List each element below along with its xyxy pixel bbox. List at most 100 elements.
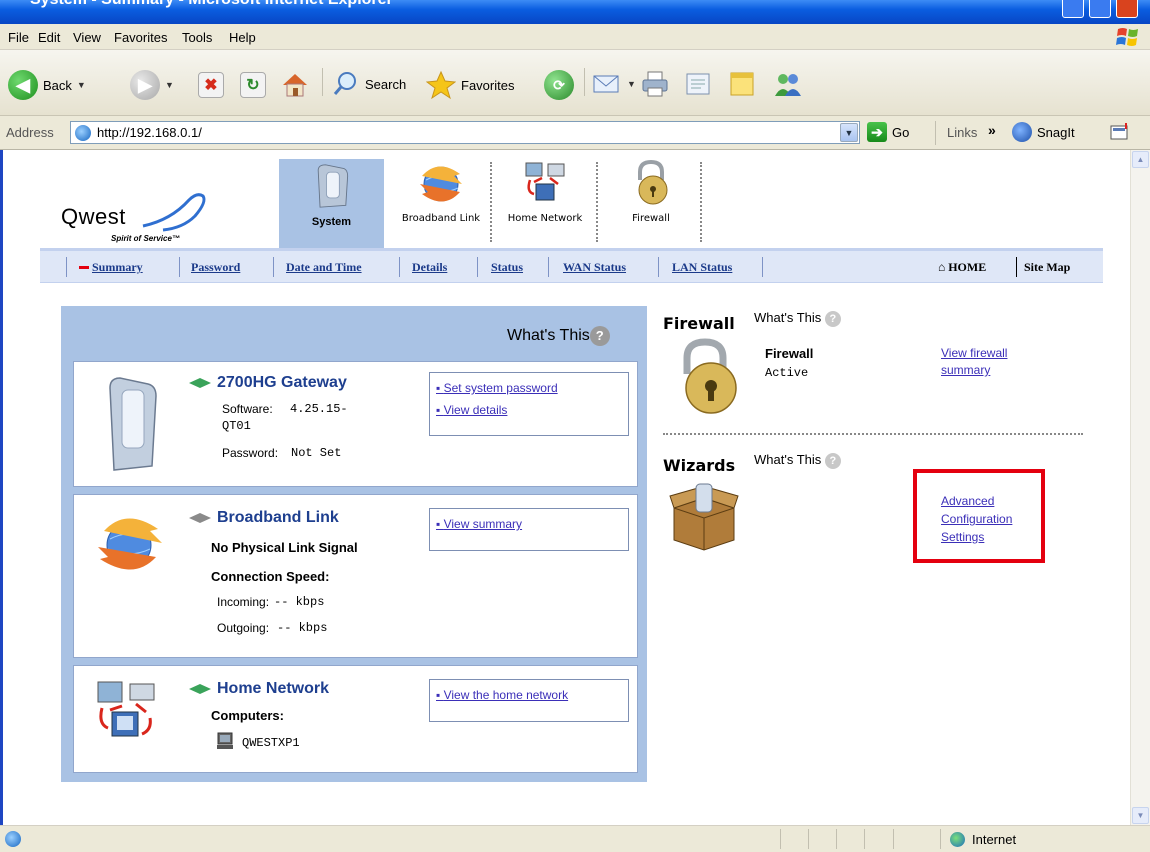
menu-edit[interactable]: Edit	[38, 30, 60, 45]
view-details-link[interactable]: ▪ View details	[436, 399, 622, 421]
help-question-icon: ?	[824, 310, 841, 327]
address-dropdown-button[interactable]: ▼	[840, 123, 858, 142]
tab-firewall[interactable]: Firewall	[613, 159, 689, 246]
home-house-icon: ⌂	[938, 260, 946, 274]
title-bar: System - Summary - Microsoft Internet Ex…	[0, 0, 1150, 24]
active-indicator	[79, 266, 89, 269]
history-icon: ⟳	[544, 70, 574, 100]
site-map-link[interactable]: Site Map	[1024, 260, 1070, 275]
mail-button[interactable]: ▼	[592, 70, 636, 98]
address-bar: Address http://192.168.0.1/ ▼ ➔ Go Links…	[0, 116, 1150, 150]
set-system-password-link[interactable]: ▪ Set system password	[436, 377, 622, 399]
software-label: Software:	[222, 402, 273, 416]
incoming-value: -- kbps	[274, 595, 325, 609]
broadband-title-text: Broadband Link	[217, 509, 339, 526]
subnav-wan-status[interactable]: WAN Status	[563, 260, 626, 275]
home-network-card: Home Network Computers: QWESTXP1 ▪ View …	[73, 665, 638, 773]
subnav-password[interactable]: Password	[191, 260, 240, 275]
snagit-button[interactable]: SnagIt	[1012, 122, 1075, 142]
view-summary-link[interactable]: ▪ View summary	[436, 513, 622, 535]
favorites-star-icon	[426, 70, 456, 100]
tab-broadband-link[interactable]: Broadband Link	[396, 160, 486, 246]
gateway-device-icon	[109, 377, 157, 471]
forward-arrow-icon: ▶	[130, 70, 160, 100]
computer-name[interactable]: QWESTXP1	[242, 736, 300, 750]
back-label: Back	[43, 77, 72, 93]
tab-system[interactable]: System	[279, 159, 384, 248]
subnav-date-and-time[interactable]: Date and Time	[286, 260, 362, 275]
page-status-icon	[5, 831, 21, 847]
discuss-button[interactable]	[728, 70, 758, 98]
history-button[interactable]: ⟳	[544, 70, 574, 100]
note-icon	[730, 72, 754, 96]
wizards-section-title: Wizards	[663, 456, 736, 475]
view-firewall-summary-link[interactable]: View firewall summary	[941, 345, 1051, 379]
forward-button[interactable]: ▶ ▼	[130, 70, 174, 100]
edit-button[interactable]	[684, 70, 714, 98]
minimize-button[interactable]	[1062, 0, 1084, 18]
refresh-button[interactable]: ↻	[240, 72, 266, 98]
subnav-status[interactable]: Status	[491, 260, 523, 275]
advanced-configuration-settings-link[interactable]: Advanced Configuration Settings	[941, 492, 1041, 546]
connection-speed-label: Connection Speed:	[211, 569, 330, 584]
scroll-down-arrow[interactable]: ▼	[1132, 807, 1149, 824]
printer-icon	[642, 71, 668, 97]
search-button[interactable]: Search	[332, 70, 406, 98]
subnav-lan-status[interactable]: LAN Status	[672, 260, 732, 275]
computers-label: Computers:	[211, 708, 284, 723]
home-icon	[283, 74, 307, 97]
computer-icon	[217, 732, 233, 749]
subnav-summary[interactable]: Summary	[92, 260, 143, 275]
menu-view[interactable]: View	[73, 30, 101, 45]
panel-whats-this[interactable]: What's This?	[507, 326, 610, 346]
green-diamond-icon	[189, 683, 211, 694]
back-button[interactable]: ◀ Back ▼	[8, 70, 86, 100]
links-label[interactable]: Links	[947, 125, 977, 140]
home-link[interactable]: ⌂ HOME	[938, 260, 986, 275]
vertical-scrollbar[interactable]: ▲ ▼	[1130, 150, 1150, 825]
gateway-title: 2700HG Gateway	[189, 374, 347, 392]
menu-file[interactable]: File	[8, 30, 29, 45]
help-question-icon: ?	[824, 452, 841, 469]
summary-panel: What's This? 2700HG Gateway Software: 4.…	[61, 306, 647, 782]
stop-button[interactable]: ✖	[198, 72, 224, 98]
globe-icon	[98, 518, 162, 570]
internet-zone-icon	[950, 832, 965, 847]
subnav-details[interactable]: Details	[412, 260, 447, 275]
maximize-button[interactable]	[1089, 0, 1111, 18]
view-home-network-label: View the home network	[443, 688, 569, 702]
menu-bar: File Edit View Favorites Tools Help	[0, 24, 1150, 50]
firewall-whats-this-label: What's This	[754, 310, 822, 325]
go-arrow-icon: ➔	[867, 122, 887, 142]
windows-logo-icon	[1116, 28, 1138, 46]
messenger-icon	[775, 74, 801, 96]
scroll-up-arrow[interactable]: ▲	[1132, 151, 1149, 168]
software-value-line1: 4.25.15-	[290, 402, 348, 416]
menu-help[interactable]: Help	[229, 30, 256, 45]
close-button[interactable]	[1116, 0, 1138, 18]
home-link-label: HOME	[948, 260, 987, 274]
padlock-icon	[683, 338, 737, 414]
go-button[interactable]: ➔ Go	[867, 122, 909, 142]
wizard-box-icon	[669, 483, 739, 551]
logo-brand: Qwest	[61, 204, 126, 229]
refresh-icon: ↻	[240, 72, 266, 98]
menu-favorites[interactable]: Favorites	[114, 30, 167, 45]
firewall-whats-this[interactable]: What's This ?	[754, 310, 841, 327]
view-home-network-link[interactable]: ▪ View the home network	[436, 684, 622, 706]
links-chevron[interactable]: »	[988, 122, 996, 138]
address-input[interactable]: http://192.168.0.1/ ▼	[70, 121, 860, 144]
mail-icon	[593, 75, 619, 93]
favorites-button[interactable]: Favorites	[426, 70, 514, 100]
print-button[interactable]	[640, 70, 670, 98]
help-question-icon: ?	[589, 326, 610, 346]
panel-whats-this-label: What's This	[507, 327, 590, 345]
home-button[interactable]	[280, 70, 310, 100]
tab-home-network[interactable]: Home Network	[503, 160, 587, 246]
logo-tagline: Spirit of Service™	[111, 234, 180, 243]
outgoing-label: Outgoing:	[217, 621, 270, 635]
messenger-button[interactable]	[772, 70, 804, 98]
wizards-whats-this[interactable]: What's This ?	[754, 452, 841, 469]
snagit-capture-icon[interactable]	[1108, 121, 1132, 143]
menu-tools[interactable]: Tools	[182, 30, 212, 45]
